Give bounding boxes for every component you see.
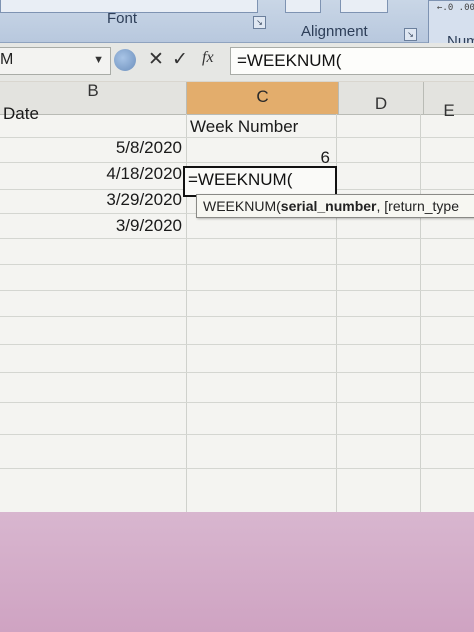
cell-edit-text: =WEEKNUM( xyxy=(188,170,293,189)
cell-b1[interactable]: Date xyxy=(3,104,39,124)
cell-week[interactable]: 6 xyxy=(290,148,330,168)
chevron-down-icon[interactable]: ▼ xyxy=(93,54,104,66)
cell-date[interactable]: 5/8/2020 xyxy=(40,138,182,158)
ribbon-group-alignment: Alignment xyxy=(301,23,368,40)
formula-input[interactable]: =WEEKNUM( xyxy=(230,47,474,75)
gridline xyxy=(0,238,474,239)
cancel-icon[interactable]: ✕ xyxy=(148,48,164,71)
align-button[interactable] xyxy=(285,0,321,13)
decimal-format-button[interactable]: ←.0 .00 xyxy=(437,3,474,13)
gridline xyxy=(0,402,474,403)
gridline xyxy=(0,434,474,435)
formula-text: =WEEKNUM( xyxy=(237,51,342,70)
cell-date[interactable]: 4/18/2020 xyxy=(40,164,182,184)
formula-bar: M ▼ ✕ ✓ fx =WEEKNUM( xyxy=(0,43,474,81)
gridline xyxy=(0,372,474,373)
function-signature-tooltip[interactable]: WEEKNUM(serial_number, [return_type xyxy=(196,194,474,218)
name-box[interactable]: M ▼ xyxy=(0,47,111,75)
enter-icon[interactable]: ✓ xyxy=(172,48,188,71)
column-header-c[interactable]: C xyxy=(187,82,339,115)
gridline xyxy=(0,344,474,345)
gridline xyxy=(420,114,421,512)
column-header-e[interactable]: E xyxy=(424,82,474,120)
active-cell-editor[interactable]: =WEEKNUM( xyxy=(183,166,339,199)
ribbon: Font ↘ Alignment ↘ ←.0 .00 Num xyxy=(0,0,474,50)
tooltip-argument-serial-number[interactable]: serial_number xyxy=(281,198,377,214)
gridline xyxy=(0,316,474,317)
ribbon-group-font: Font xyxy=(107,10,138,27)
insert-function-icon[interactable]: fx xyxy=(202,49,214,67)
monitor-bezel xyxy=(0,512,474,632)
font-dialog-launcher-icon[interactable]: ↘ xyxy=(253,16,266,29)
cell-c1[interactable]: Week Number xyxy=(190,117,298,137)
orientation-button[interactable] xyxy=(340,0,388,13)
gridline xyxy=(0,264,474,265)
name-box-value: M xyxy=(0,51,14,68)
worksheet-grid[interactable]: B C D E Date Week Number 5/8/2020 6 4/18… xyxy=(0,82,474,512)
cell-date[interactable]: 3/9/2020 xyxy=(40,216,182,236)
gridline xyxy=(0,162,474,163)
gridline xyxy=(0,290,474,291)
tooltip-argument-return-type[interactable]: , [return_type xyxy=(377,198,460,214)
formula-buttons: ✕ ✓ fx xyxy=(114,47,226,73)
number-group: ←.0 .00 Num xyxy=(428,0,474,50)
gridline xyxy=(0,468,474,469)
alignment-dialog-launcher-icon[interactable]: ↘ xyxy=(404,28,417,41)
splitter-knob-icon[interactable] xyxy=(114,49,136,71)
cell-date[interactable]: 3/29/2020 xyxy=(40,190,182,210)
column-header-d[interactable]: D xyxy=(339,82,424,115)
tooltip-function-name: WEEKNUM( xyxy=(203,198,281,214)
